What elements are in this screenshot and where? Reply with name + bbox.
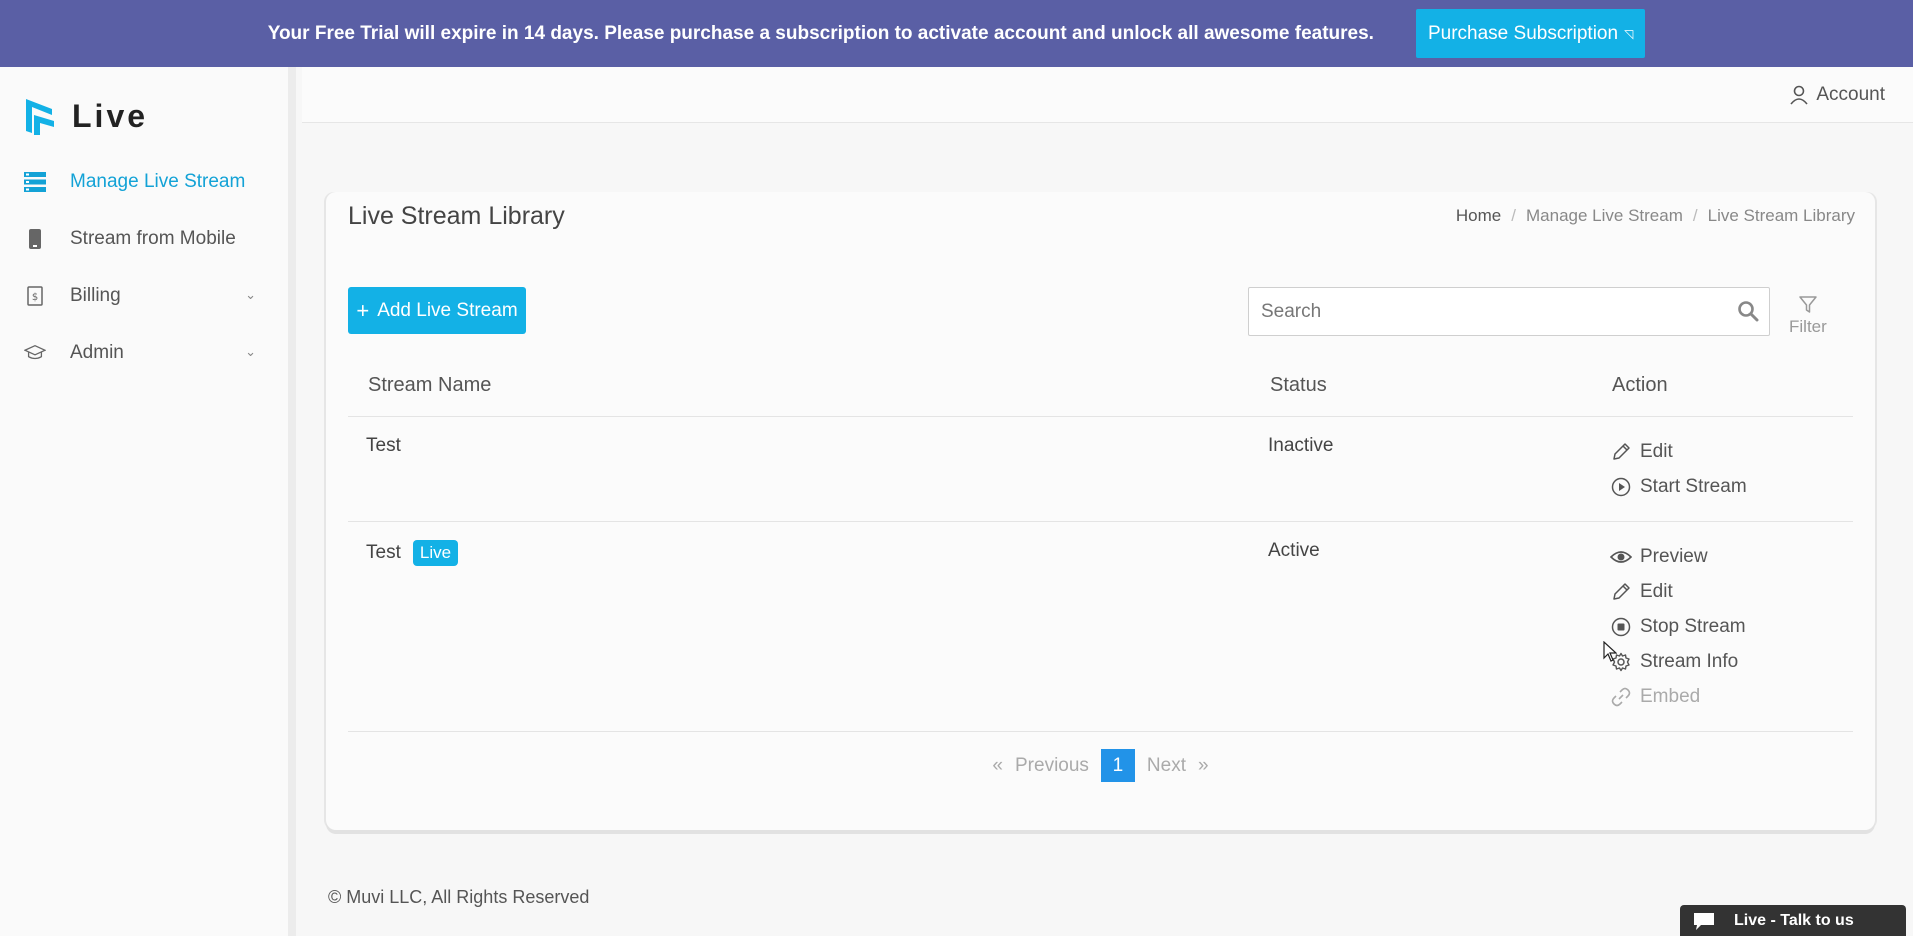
sidebar-item-manage-live-stream[interactable]: Manage Live Stream <box>0 153 288 210</box>
previous-page-link[interactable]: Previous <box>1015 755 1089 777</box>
sidebar-item-label: Admin <box>70 341 124 363</box>
column-header-action: Action <box>1612 373 1668 396</box>
sidebar: Live Manage Live Stream Stream from Mobi… <box>0 67 296 936</box>
stream-status: Active <box>1268 540 1320 561</box>
sidebar-item-label: Manage Live Stream <box>70 170 246 192</box>
sidebar-item-admin[interactable]: Admin ⌄ <box>0 324 288 381</box>
purchase-subscription-button[interactable]: Purchase Subscription ◹ <box>1415 9 1646 58</box>
sidebar-item-label: Stream from Mobile <box>70 227 236 249</box>
page-title: Live Stream Library <box>348 202 565 230</box>
trial-banner: Your Free Trial will expire in 14 days. … <box>0 0 1913 67</box>
invoice-icon: $ <box>24 285 46 307</box>
breadcrumb-manage-live-stream[interactable]: Manage Live Stream <box>1526 206 1683 226</box>
next-page-link[interactable]: Next <box>1147 755 1186 777</box>
search-input[interactable] <box>1249 288 1719 335</box>
sidebar-item-label: Billing <box>70 284 121 306</box>
mouse-cursor-icon <box>1603 641 1617 662</box>
breadcrumb-current: Live Stream Library <box>1707 206 1855 225</box>
stop-circle-icon <box>1610 616 1632 638</box>
live-logo-icon <box>26 99 54 135</box>
table-header: Stream Name Status Action <box>348 354 1853 417</box>
link-icon <box>1610 686 1632 708</box>
stream-table: Stream Name Status Action Test Inactive … <box>348 354 1853 732</box>
stream-info-label: Stream Info <box>1640 651 1739 672</box>
play-circle-icon <box>1610 476 1632 498</box>
edit-action[interactable]: Edit <box>1610 439 1747 465</box>
svg-text:$: $ <box>32 292 38 303</box>
start-stream-action[interactable]: Start Stream <box>1610 474 1747 500</box>
mobile-icon <box>24 228 46 250</box>
edit-action[interactable]: Edit <box>1610 579 1746 605</box>
chevron-down-icon[interactable]: ⌄ <box>245 287 256 303</box>
logo[interactable]: Live <box>22 95 148 137</box>
live-stream-library-card: Live Stream Library Home / Manage Live S… <box>326 192 1875 830</box>
table-row: Test Inactive Edit Start Stream <box>348 417 1853 522</box>
next-symbol: » <box>1198 754 1209 776</box>
edit-label: Edit <box>1640 581 1673 602</box>
pagination: « Previous 1 Next » <box>326 749 1875 782</box>
search-icon[interactable] <box>1737 300 1759 322</box>
pencil-icon <box>1610 581 1632 603</box>
stream-info-action[interactable]: Stream Info <box>1610 649 1746 675</box>
account-menu[interactable]: Account <box>1790 84 1885 106</box>
start-stream-label: Start Stream <box>1640 476 1747 497</box>
add-live-stream-label: Add Live Stream <box>377 299 518 321</box>
sidebar-item-stream-from-mobile[interactable]: Stream from Mobile <box>0 210 288 267</box>
funnel-icon <box>1799 296 1817 313</box>
account-label: Account <box>1816 84 1885 105</box>
add-live-stream-button[interactable]: + Add Live Stream <box>348 287 526 334</box>
search-box <box>1248 287 1770 336</box>
breadcrumb-separator: / <box>1511 206 1516 225</box>
trial-message: Your Free Trial will expire in 14 days. … <box>267 22 1374 44</box>
stream-name: Test <box>366 435 401 456</box>
filter-button[interactable]: Filter <box>1789 295 1827 337</box>
embed-action[interactable]: Embed <box>1610 684 1746 710</box>
preview-label: Preview <box>1640 546 1708 567</box>
stream-name-cell: Test Live <box>366 540 459 566</box>
embed-label: Embed <box>1640 686 1701 707</box>
edit-label: Edit <box>1640 441 1673 462</box>
breadcrumb-home[interactable]: Home <box>1456 206 1501 226</box>
stream-name: Test <box>366 542 401 563</box>
corner-arrow-icon: ◹ <box>1624 26 1634 41</box>
page-1-button[interactable]: 1 <box>1100 749 1135 782</box>
eye-icon <box>1610 546 1632 568</box>
filter-label: Filter <box>1789 317 1827 336</box>
purchase-subscription-label: Purchase Subscription <box>1427 22 1619 44</box>
user-icon <box>1790 85 1808 105</box>
stop-stream-action[interactable]: Stop Stream <box>1610 614 1746 640</box>
footer-copyright: © Muvi LLC, All Rights Reserved <box>328 887 590 907</box>
row-actions: Preview Edit Stop Stream Stream Info Emb… <box>1610 544 1746 710</box>
previous-symbol: « <box>992 754 1003 776</box>
stream-list-icon <box>24 171 46 193</box>
chat-label: Live - Talk to us <box>1734 911 1854 929</box>
pencil-icon <box>1610 441 1632 463</box>
row-actions: Edit Start Stream <box>1610 439 1747 500</box>
graduation-cap-icon <box>24 342 46 364</box>
logo-text: Live <box>72 97 149 134</box>
stream-status: Inactive <box>1268 435 1334 456</box>
chevron-down-icon[interactable]: ⌄ <box>245 344 256 360</box>
sidebar-nav: Manage Live Stream Stream from Mobile $ … <box>0 153 288 381</box>
table-row: Test Live Active Preview Edit Stop Strea… <box>348 522 1853 732</box>
stop-stream-label: Stop Stream <box>1640 616 1746 637</box>
top-header: Account <box>302 67 1913 123</box>
preview-action[interactable]: Preview <box>1610 544 1746 570</box>
sidebar-item-billing[interactable]: $ Billing ⌄ <box>0 267 288 324</box>
column-header-stream-name: Stream Name <box>368 373 492 396</box>
live-chat-widget[interactable]: Live - Talk to us <box>1680 905 1906 936</box>
live-badge: Live <box>412 540 459 566</box>
column-header-status: Status <box>1270 373 1327 396</box>
breadcrumb: Home / Manage Live Stream / Live Stream … <box>1456 206 1855 226</box>
stream-name-cell: Test <box>366 435 401 457</box>
chat-bubble-icon <box>1694 912 1714 930</box>
plus-icon: + <box>356 297 370 323</box>
breadcrumb-separator: / <box>1692 206 1698 225</box>
